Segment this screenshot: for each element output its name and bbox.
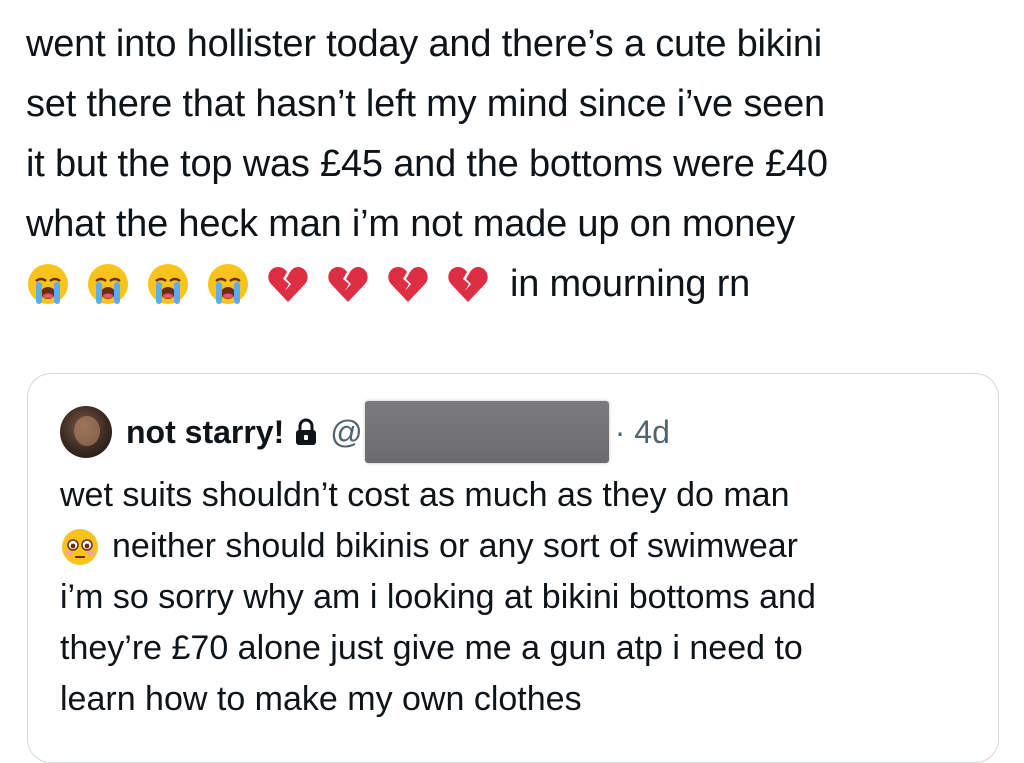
quoted-tweet-line: learn how to make my own clothes xyxy=(60,680,582,718)
broken-heart-icon xyxy=(326,262,370,306)
loudly-crying-face-icon xyxy=(206,262,250,306)
loudly-crying-face-icon xyxy=(26,262,70,306)
tweet-line: what the heck man i’m not made up on mon… xyxy=(26,203,795,245)
quoted-tweet-line: wet suits shouldn’t cost as much as they… xyxy=(60,476,790,514)
tweet-line: went into hollister today and there’s a … xyxy=(26,23,823,65)
quoted-tweet-line: neither should bikinis or any sort of sw… xyxy=(112,527,798,565)
quoted-tweet-card[interactable]: not starry! @ · 4d wet suits shouldn’t c… xyxy=(27,373,999,763)
display-name[interactable]: not starry! xyxy=(126,414,284,451)
loudly-crying-face-icon xyxy=(146,262,190,306)
loudly-crying-face-icon xyxy=(86,262,130,306)
handle-prefix: @ xyxy=(330,413,363,450)
quoted-tweet-emoji-line: neither should bikinis or any sort of sw… xyxy=(60,521,980,572)
quoted-tweet-line: they’re £70 alone just give me a gun atp… xyxy=(60,629,803,667)
broken-heart-icon xyxy=(386,262,430,306)
tweet-tail-text: in mourning rn xyxy=(510,263,751,305)
timestamp[interactable]: · 4d xyxy=(615,414,670,451)
tweet-line: set there that hasn’t left my mind since… xyxy=(26,83,825,125)
tweet-emoji-line: in mourning rn xyxy=(26,254,1016,314)
quoted-tweet-header: not starry! @ · 4d xyxy=(60,401,670,463)
lock-icon xyxy=(294,418,318,446)
avatar[interactable] xyxy=(60,406,112,458)
broken-heart-icon xyxy=(266,262,310,306)
tweet-line: it but the top was £45 and the bottoms w… xyxy=(26,143,828,185)
quoted-tweet-line: i’m so sorry why am i looking at bikini … xyxy=(60,578,816,616)
broken-heart-icon xyxy=(446,262,490,306)
tweet-text: went into hollister today and there’s a … xyxy=(26,14,1016,314)
redacted-handle xyxy=(364,401,609,463)
quoted-tweet-text: wet suits shouldn’t cost as much as they… xyxy=(60,470,980,725)
flushed-face-icon xyxy=(60,527,100,567)
